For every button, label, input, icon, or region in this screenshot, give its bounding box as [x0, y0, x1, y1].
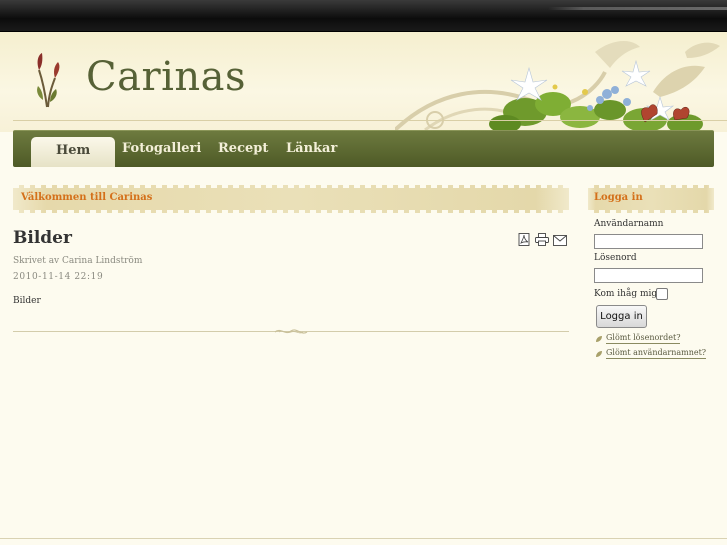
- nav-item-lankar[interactable]: Länkar: [276, 131, 347, 167]
- article-date: 2010-11-14 22:19: [13, 272, 104, 282]
- welcome-text: Välkommen till Carinas: [21, 192, 153, 203]
- username-input[interactable]: [594, 234, 703, 249]
- nav-item-hem[interactable]: Hem: [31, 137, 116, 167]
- print-icon[interactable]: [535, 233, 549, 246]
- remember-checkbox[interactable]: [656, 288, 668, 300]
- main-nav: Hem Fotogalleri Recept Länkar: [13, 130, 714, 167]
- divider-ornament: [274, 329, 308, 334]
- email-icon[interactable]: [553, 234, 567, 247]
- site-header: Carinas: [0, 32, 727, 132]
- footer-line: [0, 538, 727, 539]
- forgot-username-link[interactable]: Glömt användarnamnet?: [606, 348, 707, 359]
- leaf-bullet-icon: [596, 351, 602, 357]
- remember-label: Kom ihåg mig: [594, 289, 658, 299]
- login-heading: Logga in: [594, 192, 643, 203]
- article-title[interactable]: Bilder: [13, 228, 72, 248]
- username-label: Användarnamn: [594, 219, 664, 229]
- leaf-bullet-icon: [596, 336, 602, 342]
- login-button[interactable]: Logga in: [596, 305, 647, 328]
- nav-item-recept[interactable]: Recept: [208, 131, 278, 167]
- top-ribbon: [548, 7, 727, 10]
- password-input[interactable]: [594, 268, 703, 283]
- forgot-password-link[interactable]: Glömt lösenordet?: [606, 333, 681, 344]
- welcome-banner: Välkommen till Carinas: [13, 185, 569, 213]
- article-author: Skrivet av Carina Lindström: [13, 256, 143, 266]
- nav-item-fotogalleri[interactable]: Fotogalleri: [112, 131, 211, 167]
- pdf-icon[interactable]: [517, 233, 531, 246]
- site-title[interactable]: Carinas: [86, 54, 246, 100]
- floral-decoration: [395, 40, 720, 132]
- password-label: Lösenord: [594, 253, 637, 263]
- top-bar: [0, 0, 727, 32]
- article-body: Bilder: [13, 296, 41, 306]
- login-heading-banner: Logga in: [588, 185, 714, 213]
- header-line: [13, 120, 727, 121]
- flower-logo-icon: [37, 53, 60, 108]
